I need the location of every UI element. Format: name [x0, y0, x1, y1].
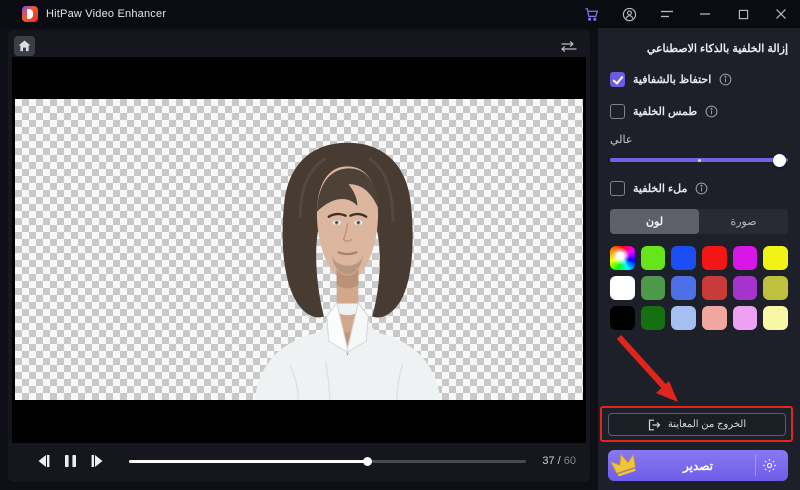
- tab-color[interactable]: لون: [610, 209, 699, 234]
- color-swatch[interactable]: [701, 306, 727, 330]
- timeline-progress-fill: [129, 459, 368, 463]
- blur-level-slider[interactable]: [610, 153, 788, 167]
- color-swatch[interactable]: [671, 276, 696, 300]
- export-row: تصدير: [608, 450, 788, 481]
- blur-background-row: طمس الخلفية: [610, 104, 788, 119]
- color-swatch[interactable]: [640, 276, 666, 300]
- blur-background-label: طمس الخلفية: [633, 106, 698, 118]
- keep-transparency-label: احتفاظ بالشفافية: [633, 74, 712, 86]
- color-swatch[interactable]: [701, 246, 727, 270]
- next-frame-button[interactable]: [88, 452, 106, 470]
- timeline-thumb[interactable]: [363, 456, 373, 466]
- previous-frame-icon: [38, 455, 49, 467]
- exit-preview-button[interactable]: الخروج من المعاينة: [608, 413, 786, 436]
- sidebar: إزالة الخلفية بالذكاء الاصطناعي احتفاظ ب…: [598, 28, 800, 490]
- tab-image[interactable]: صورة: [699, 209, 788, 234]
- color-swatch[interactable]: [763, 306, 788, 330]
- keep-transparency-row: احتفاظ بالشفافية: [610, 72, 788, 87]
- color-swatch[interactable]: [763, 276, 788, 300]
- color-swatch[interactable]: [610, 306, 635, 330]
- transparency-checkerboard: [15, 99, 583, 400]
- color-swatch[interactable]: [732, 306, 758, 330]
- color-swatch[interactable]: [732, 246, 758, 270]
- export-settings-button[interactable]: [756, 450, 783, 481]
- color-swatch[interactable]: [610, 276, 635, 300]
- color-swatch-grid: [610, 246, 788, 330]
- maximize-icon[interactable]: [734, 5, 752, 23]
- frame-separator: /: [554, 455, 564, 467]
- frame-counter: 37 / 60: [542, 455, 576, 467]
- fill-background-checkbox[interactable]: [610, 181, 625, 196]
- account-icon[interactable]: [620, 5, 638, 23]
- fill-background-label: ملء الخلفية: [633, 183, 688, 195]
- gear-icon: [763, 459, 776, 472]
- exit-icon: [648, 419, 661, 430]
- info-icon[interactable]: [705, 105, 718, 118]
- info-icon[interactable]: [719, 73, 732, 86]
- frame-total: 60: [563, 455, 576, 467]
- color-swatch[interactable]: [701, 276, 727, 300]
- cart-icon[interactable]: [582, 5, 600, 23]
- next-frame-icon: [91, 455, 102, 467]
- video-frame: [12, 57, 586, 443]
- previous-frame-button[interactable]: [34, 452, 52, 470]
- pause-icon: [64, 455, 76, 467]
- blur-level-label: عالي: [610, 134, 633, 146]
- info-icon[interactable]: [695, 182, 708, 195]
- annotation-arrow: [616, 334, 678, 402]
- export-button[interactable]: تصدير: [608, 450, 788, 481]
- sidebar-title: إزالة الخلفية بالذكاء الاصطناعي: [646, 43, 788, 55]
- crown-icon: [610, 453, 636, 477]
- color-swatch[interactable]: [732, 276, 758, 300]
- color-swatch[interactable]: [671, 306, 696, 330]
- export-label: تصدير: [682, 458, 713, 473]
- home-button[interactable]: [14, 36, 35, 56]
- blur-level-thumb[interactable]: [772, 153, 786, 167]
- playback-bar: 37 / 60: [8, 443, 590, 479]
- timeline-slider[interactable]: [129, 456, 527, 466]
- home-icon: [18, 40, 31, 52]
- app-logo-icon: [22, 6, 38, 22]
- fill-background-row: ملء الخلفية: [610, 181, 788, 196]
- color-swatch[interactable]: [763, 246, 788, 270]
- minimize-icon[interactable]: [696, 5, 714, 23]
- menu-icon[interactable]: [658, 5, 676, 23]
- preview-panel: 37 / 60: [8, 30, 590, 482]
- compare-button[interactable]: [560, 38, 578, 54]
- color-swatch[interactable]: [640, 246, 666, 270]
- subject-portrait: [254, 142, 441, 400]
- blur-background-checkbox[interactable]: [610, 104, 625, 119]
- titlebar-controls: [582, 5, 790, 23]
- exit-preview-label: الخروج من المعاينة: [667, 419, 747, 430]
- color-swatch[interactable]: [640, 306, 666, 330]
- titlebar: HitPaw Video Enhancer: [0, 0, 800, 28]
- frame-current: 37: [542, 455, 555, 467]
- pause-button[interactable]: [61, 452, 79, 470]
- keep-transparency-checkbox[interactable]: [610, 72, 625, 87]
- app-window: HitPaw Video Enhancer 37 / 60 إزالة الخل…: [0, 0, 800, 490]
- fill-mode-tabs: لون صورة: [610, 209, 788, 234]
- color-swatch[interactable]: [610, 246, 635, 270]
- close-icon[interactable]: [772, 5, 790, 23]
- color-swatch[interactable]: [671, 246, 696, 270]
- compare-icon: [561, 40, 577, 52]
- app-title: HitPaw Video Enhancer: [46, 8, 167, 20]
